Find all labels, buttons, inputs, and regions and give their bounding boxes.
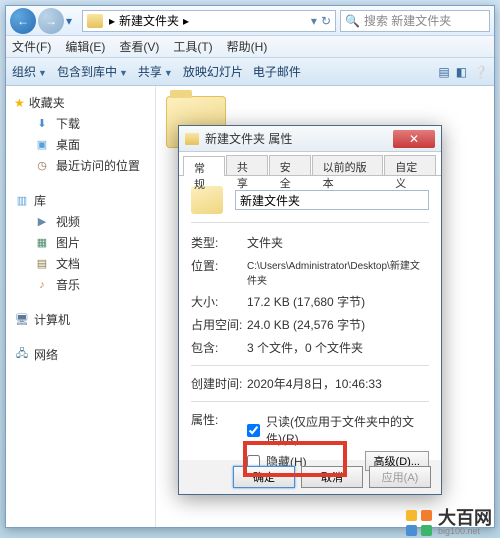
dialog-title-text: 新建文件夹 属性 — [205, 130, 292, 147]
recent-icon: ◷ — [34, 159, 50, 173]
brand-logo-icon — [406, 510, 432, 536]
library-icon: ▥ — [14, 194, 30, 208]
preview-pane-icon[interactable]: ◧ — [456, 65, 467, 79]
address-bar: ← → ▾ ▸ 新建文件夹 ▸ ▾ ↻ 🔍 搜索 新建文件夹 — [6, 6, 494, 36]
watermark: 大百网 big100.net — [406, 509, 492, 536]
attributes-label: 属性: — [191, 411, 247, 473]
download-icon: ⬇ — [34, 117, 50, 131]
star-icon: ★ — [14, 96, 25, 110]
breadcrumb-sep: ▸ — [183, 14, 189, 28]
desktop-icon: ▣ — [34, 138, 50, 152]
properties-dialog: 新建文件夹 属性 ✕ 常规 共享 安全 以前的版本 自定义 类型:文件夹 位置:… — [178, 125, 442, 495]
view-mode-icon[interactable]: ▤ — [438, 65, 449, 79]
breadcrumb-sep: ▸ — [109, 14, 115, 28]
location-label: 位置: — [191, 257, 247, 287]
brand-name: 大百网 — [438, 509, 492, 527]
sidebar-item-recent[interactable]: ◷最近访问的位置 — [10, 155, 151, 176]
network-icon: 🖧 — [14, 348, 30, 362]
computer-icon: 🖥 — [14, 313, 30, 327]
document-icon: ▤ — [34, 257, 50, 271]
menu-help[interactable]: 帮助(H) — [227, 38, 268, 55]
created-value: 2020年4月8日，10:46:33 — [247, 375, 429, 392]
toolbar-organize[interactable]: 组织▼ — [12, 63, 47, 80]
search-input[interactable]: 🔍 搜索 新建文件夹 — [340, 10, 490, 32]
tab-customize[interactable]: 自定义 — [384, 155, 436, 175]
readonly-checkbox[interactable] — [247, 424, 260, 437]
toolbar: 组织▼ 包含到库中▼ 共享▼ 放映幻灯片 电子邮件 ▤ ◧ ❔ — [6, 58, 494, 86]
sidebar-item-documents[interactable]: ▤文档 — [10, 253, 151, 274]
nav-back-button[interactable]: ← — [10, 8, 36, 34]
sidebar-item-desktop[interactable]: ▣桌面 — [10, 134, 151, 155]
tab-general[interactable]: 常规 — [183, 156, 225, 176]
type-label: 类型: — [191, 234, 247, 251]
menu-edit[interactable]: 编辑(E) — [65, 38, 105, 55]
contains-label: 包含: — [191, 339, 247, 356]
breadcrumb[interactable]: ▸ 新建文件夹 ▸ ▾ ↻ — [82, 10, 336, 32]
close-icon: ✕ — [409, 132, 419, 146]
cancel-button[interactable]: 取消 — [301, 466, 363, 488]
toolbar-slideshow[interactable]: 放映幻灯片 — [183, 63, 243, 80]
sidebar-item-videos[interactable]: ▶视频 — [10, 211, 151, 232]
dialog-tabs: 常规 共享 安全 以前的版本 自定义 — [179, 152, 441, 176]
location-value: C:\Users\Administrator\Desktop\新建文件夹 — [247, 257, 429, 287]
refresh-icon[interactable]: ↻ — [321, 14, 331, 28]
sidebar-computer[interactable]: 🖥计算机 — [10, 309, 151, 330]
tab-security[interactable]: 安全 — [269, 155, 311, 175]
search-icon: 🔍 — [345, 14, 360, 28]
toolbar-include[interactable]: 包含到库中▼ — [57, 63, 128, 80]
size-label: 大小: — [191, 293, 247, 310]
help-icon[interactable]: ❔ — [473, 65, 488, 79]
folder-icon — [87, 14, 103, 28]
sidebar-item-music[interactable]: ♪音乐 — [10, 274, 151, 295]
toolbar-email[interactable]: 电子邮件 — [253, 63, 301, 80]
music-icon: ♪ — [34, 278, 50, 292]
chevron-down-icon[interactable]: ▾ — [311, 14, 317, 28]
ok-button[interactable]: 确定 — [233, 466, 295, 488]
nav-forward-button[interactable]: → — [38, 8, 64, 34]
readonly-label: 只读(仅应用于文件夹中的文件)(R) — [266, 413, 429, 447]
sidebar-item-pictures[interactable]: ▦图片 — [10, 232, 151, 253]
contains-value: 3 个文件，0 个文件夹 — [247, 339, 429, 356]
folder-name-input[interactable] — [235, 190, 429, 210]
size-on-disk-value: 24.0 KB (24,576 字节) — [247, 316, 429, 333]
sidebar-favorites[interactable]: ★收藏夹 — [10, 92, 151, 113]
dialog-titlebar[interactable]: 新建文件夹 属性 ✕ — [179, 126, 441, 152]
sidebar-libraries[interactable]: ▥库 — [10, 190, 151, 211]
created-label: 创建时间: — [191, 375, 247, 392]
video-icon: ▶ — [34, 215, 50, 229]
sidebar-item-downloads[interactable]: ⬇下载 — [10, 113, 151, 134]
type-value: 文件夹 — [247, 234, 429, 251]
tab-share[interactable]: 共享 — [226, 155, 268, 175]
folder-icon — [185, 133, 199, 145]
breadcrumb-path: 新建文件夹 — [119, 12, 179, 29]
menu-view[interactable]: 查看(V) — [119, 38, 159, 55]
toolbar-share[interactable]: 共享▼ — [138, 63, 173, 80]
size-value: 17.2 KB (17,680 字节) — [247, 293, 429, 310]
nav-history-dropdown[interactable]: ▾ — [66, 14, 78, 28]
picture-icon: ▦ — [34, 236, 50, 250]
search-placeholder: 搜索 新建文件夹 — [364, 12, 451, 29]
menu-tools[interactable]: 工具(T) — [173, 38, 212, 55]
sidebar: ★收藏夹 ⬇下载 ▣桌面 ◷最近访问的位置 ▥库 ▶视频 ▦图片 ▤文档 ♪音乐… — [6, 86, 156, 527]
brand-url: big100.net — [438, 527, 492, 536]
dialog-body: 类型:文件夹 位置:C:\Users\Administrator\Desktop… — [179, 176, 441, 460]
close-button[interactable]: ✕ — [393, 130, 435, 148]
menu-bar: 文件(F) 编辑(E) 查看(V) 工具(T) 帮助(H) — [6, 36, 494, 58]
size-on-disk-label: 占用空间: — [191, 316, 247, 333]
tab-previous-versions[interactable]: 以前的版本 — [312, 155, 384, 175]
sidebar-network[interactable]: 🖧网络 — [10, 344, 151, 365]
apply-button[interactable]: 应用(A) — [369, 466, 431, 488]
menu-file[interactable]: 文件(F) — [12, 38, 51, 55]
